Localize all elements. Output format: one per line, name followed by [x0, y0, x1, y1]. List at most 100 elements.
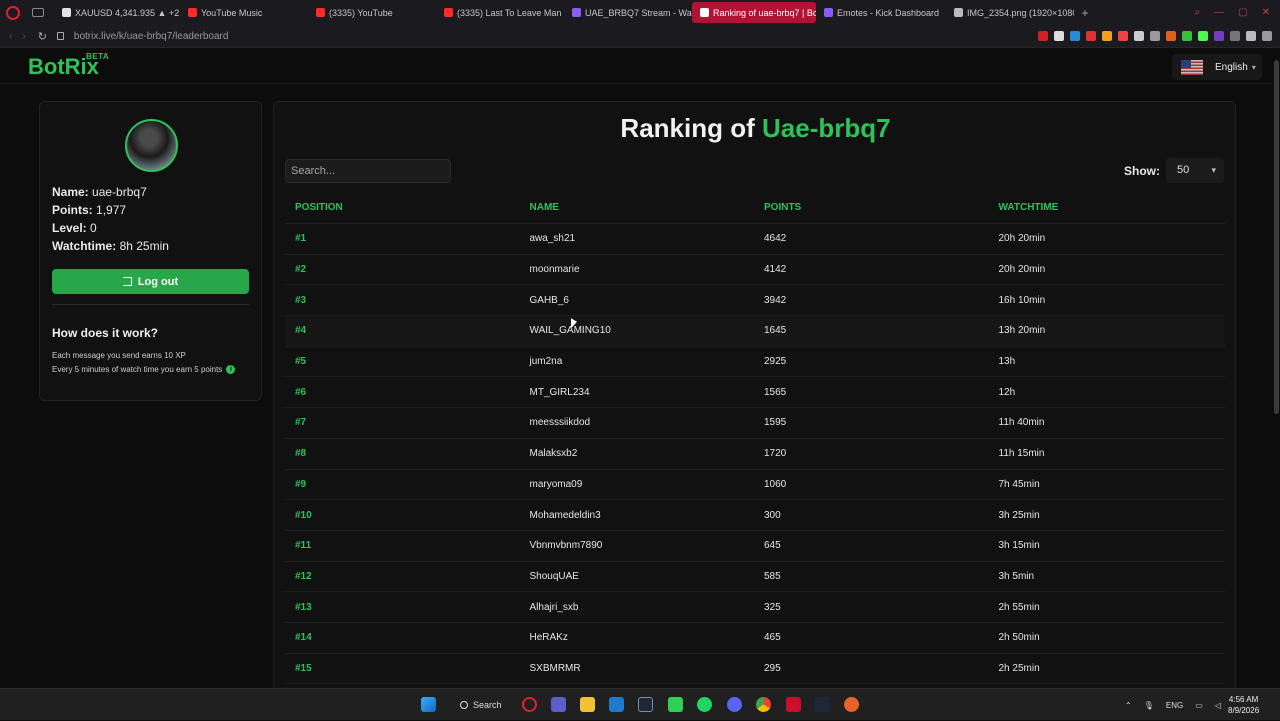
spotify-icon[interactable] — [697, 697, 712, 712]
extension-icon[interactable] — [1182, 31, 1192, 41]
points-cell: 300 — [764, 509, 781, 521]
menu-icon[interactable] — [1262, 31, 1272, 41]
points-cell: 4142 — [764, 264, 787, 276]
extension-icon[interactable] — [1166, 31, 1176, 41]
steam-icon[interactable] — [638, 697, 653, 712]
search-tabs-icon[interactable]: ⌕ — [1195, 7, 1201, 18]
download-icon[interactable] — [1246, 31, 1256, 41]
browser-tab[interactable]: Emotes - Kick Dashboard — [816, 2, 946, 23]
app-icon[interactable] — [668, 697, 683, 712]
column-header-watchtime[interactable]: WATCHTIME — [989, 202, 1226, 213]
extension-icon[interactable] — [1038, 31, 1048, 41]
scrollbar-thumb[interactable] — [1274, 60, 1279, 414]
points-cell: 585 — [764, 570, 781, 582]
column-header-position[interactable]: POSITION — [285, 202, 520, 213]
app-icon[interactable] — [844, 697, 859, 712]
network-icon[interactable]: ▭ — [1195, 701, 1203, 710]
browser-tab[interactable]: UAE_BRBQ7 Stream - Watc — [564, 2, 692, 23]
watchtime-cell: 20h 20min — [998, 264, 1046, 276]
table-row[interactable]: #4 WAIL_GAMING10 1645 13h 20min — [285, 316, 1225, 347]
language-label: English — [1215, 61, 1248, 73]
opera-logo-icon[interactable] — [6, 5, 20, 20]
steam-icon[interactable] — [815, 697, 830, 712]
tab-menu-icon[interactable] — [32, 8, 44, 17]
windows-taskbar: Search ⌃ 🎙︎ ENG ▭ ◁ 4:56 AM 8/9/2026 — [0, 688, 1280, 720]
browser-tab[interactable]: XAUUSD 4,341.935 ▲ +2.3 — [54, 2, 180, 23]
browser-tab[interactable]: YouTube Music — [180, 2, 308, 23]
app-icon[interactable] — [786, 697, 801, 712]
browser-tab[interactable]: IMG_2354.png (1920×1080 — [946, 2, 1074, 23]
table-row[interactable]: #10 Mohamedeldin3 300 3h 25min — [285, 500, 1225, 531]
logout-button[interactable]: Log out — [52, 269, 249, 294]
maximize-icon[interactable]: ▢ — [1238, 7, 1247, 18]
taskbar-search[interactable]: Search — [452, 695, 510, 715]
name-cell: GAHB_6 — [529, 294, 569, 306]
extension-icon[interactable] — [1070, 31, 1080, 41]
opera-icon[interactable] — [522, 697, 537, 712]
url-text[interactable]: botrix.live/k/uae-brbq7/leaderboard — [74, 31, 229, 42]
us-flag-icon — [1181, 59, 1203, 75]
browser-tab[interactable]: Ranking of uae-brbq7 | Bo — [692, 2, 816, 23]
browser-tab[interactable]: (3335) Last To Leave Man — [436, 2, 564, 23]
close-window-icon[interactable]: ✕ — [1262, 7, 1270, 18]
puzzle-icon[interactable] — [1230, 31, 1240, 41]
info-icon[interactable]: i — [226, 365, 236, 375]
discord-icon[interactable] — [727, 697, 742, 712]
extension-icon[interactable] — [1054, 31, 1064, 41]
extension-icon[interactable] — [1086, 31, 1096, 41]
chevron-up-icon[interactable]: ⌃ — [1125, 701, 1132, 710]
page-size-select[interactable]: 50 ▾ — [1166, 158, 1224, 183]
teams-icon[interactable] — [551, 697, 566, 712]
extension-icon[interactable] — [1134, 31, 1144, 41]
logout-label: Log out — [137, 275, 179, 288]
volume-icon[interactable]: ◁ — [1215, 701, 1221, 710]
language-selector[interactable]: English ▾ — [1172, 54, 1262, 80]
table-row[interactable]: #15 SXBMRMR 295 2h 25min — [285, 654, 1225, 685]
profile-card: Name: uae-brbq7 Points: 1,977 Level: 0 W… — [39, 101, 262, 401]
points-cell: 1595 — [764, 417, 787, 429]
extensions-bar — [1038, 31, 1280, 41]
position-cell: #3 — [295, 294, 307, 306]
column-header-points[interactable]: POINTS — [754, 202, 989, 213]
minimize-icon[interactable]: — — [1214, 7, 1224, 18]
search-input[interactable] — [285, 159, 451, 183]
position-cell: #15 — [295, 662, 312, 674]
reload-icon[interactable]: ↻ — [38, 30, 47, 43]
table-row[interactable]: #11 Vbnmvbnm7890 645 3h 15min — [285, 531, 1225, 562]
points-cell: 465 — [764, 632, 781, 644]
file-explorer-icon[interactable] — [580, 697, 595, 712]
extension-icon[interactable] — [1118, 31, 1128, 41]
chrome-icon[interactable] — [756, 697, 771, 712]
language-indicator[interactable]: ENG — [1166, 701, 1183, 710]
table-row[interactable]: #14 HeRAKz 465 2h 50min — [285, 623, 1225, 654]
browser-tab[interactable]: (3335) YouTube — [308, 2, 436, 23]
table-row[interactable]: #1 awa_sh21 4642 20h 20min — [285, 224, 1225, 255]
table-row[interactable]: #8 Malaksxb2 1720 11h 15min — [285, 439, 1225, 470]
table-row[interactable]: #5 jum2na 2925 13h — [285, 347, 1225, 378]
back-icon[interactable]: ‹ — [9, 31, 12, 42]
extension-icon[interactable] — [1214, 31, 1224, 41]
how-it-works-title: How does it work? — [52, 326, 159, 340]
new-tab-icon[interactable]: + — [1078, 6, 1092, 20]
table-row[interactable]: #7 meesssiikdod 1595 11h 40min — [285, 408, 1225, 439]
table-row[interactable]: #13 Alhajri_sxb 325 2h 55min — [285, 592, 1225, 623]
microphone-icon[interactable]: 🎙︎ — [1144, 701, 1154, 710]
tab-favicon-icon — [572, 8, 581, 17]
extension-icon[interactable] — [1102, 31, 1112, 41]
outlook-icon[interactable] — [609, 697, 624, 712]
table-row[interactable]: #6 MT_GIRL234 1565 12h — [285, 377, 1225, 409]
forward-icon[interactable]: › — [22, 31, 25, 42]
clock[interactable]: 4:56 AM 8/9/2026 — [1228, 694, 1259, 716]
position-cell: #6 — [295, 386, 307, 398]
extension-icon[interactable] — [1150, 31, 1160, 41]
watchtime-cell: 20h 20min — [998, 233, 1046, 245]
extension-icon[interactable] — [1198, 31, 1208, 41]
start-icon[interactable] — [421, 697, 436, 712]
table-row[interactable]: #12 ShouqUAE 585 3h 5min — [285, 562, 1225, 593]
column-header-name[interactable]: NAME — [520, 202, 755, 213]
table-row[interactable]: #2 moonmarie 4142 20h 20min — [285, 255, 1225, 286]
table-row[interactable]: #9 maryoma09 1060 7h 45min — [285, 470, 1225, 501]
position-cell: #14 — [295, 632, 312, 644]
table-row[interactable]: #3 GAHB_6 3942 16h 10min — [285, 285, 1225, 317]
name-cell: Mohamedeldin3 — [529, 509, 601, 521]
